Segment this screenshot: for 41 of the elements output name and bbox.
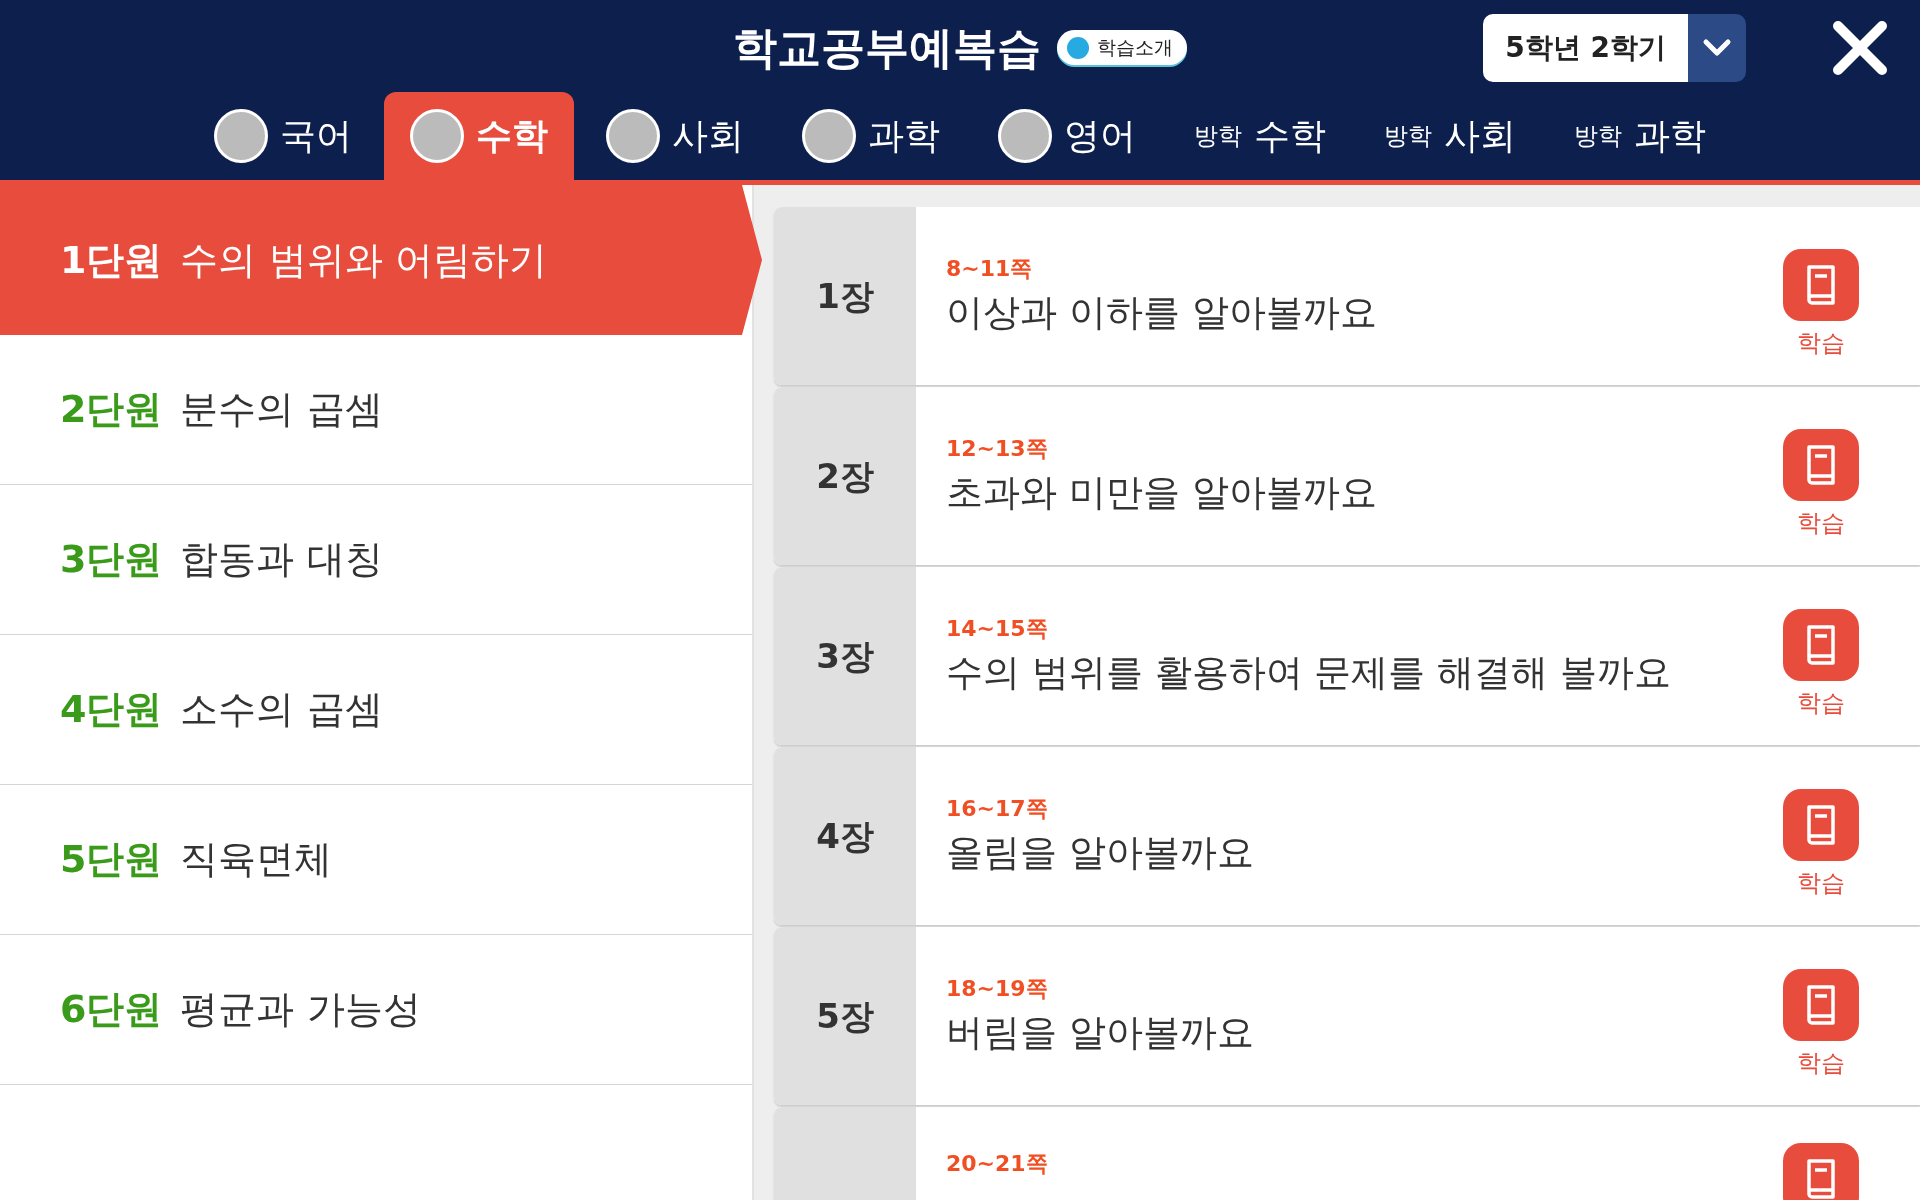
term-select[interactable]: 5학년 2학기 (1483, 13, 1688, 82)
subject-tab[interactable]: 방학 사회 (1358, 92, 1542, 180)
lesson-title: 버림을 알아볼까요 (946, 1009, 1254, 1056)
unit-item[interactable]: 1단원 수의 범위와 어림하기 (0, 185, 762, 335)
lesson-title: 초과와 미만을 알아볼까요 (946, 469, 1377, 516)
page-range: 12~13쪽 (946, 434, 1049, 463)
study-button[interactable]: 학습 (1777, 770, 1865, 902)
avatar-icon (214, 109, 268, 163)
chapter-label: 5장 (774, 927, 916, 1105)
page-range: 16~17쪽 (946, 794, 1049, 823)
page-range: 8~11쪽 (946, 254, 1034, 283)
subject-tab[interactable]: 방학 수학 (1168, 92, 1352, 180)
page-range: 14~15쪽 (946, 614, 1049, 643)
chapter-label: 3장 (774, 567, 916, 745)
subject-tab[interactable]: 방학 과학 (1548, 92, 1732, 180)
lesson-title: 수의 범위를 활용하여 문제를 해결해 볼까요 (946, 649, 1671, 696)
page-range: 18~19쪽 (946, 974, 1049, 1003)
status-dot (1067, 36, 1089, 59)
lesson-title: 이상과 이하를 알아볼까요 (946, 289, 1377, 336)
study-button[interactable]: 학습 (1777, 950, 1865, 1082)
subject-tab[interactable]: 과학 (776, 92, 966, 180)
lesson-title: 올림을 알아볼까요 (946, 829, 1254, 876)
subject-tab[interactable]: 수학 (384, 92, 574, 180)
study-button[interactable]: 학습 (1777, 230, 1865, 362)
chapter-label: 4장 (774, 747, 916, 925)
chapter-label: 1장 (774, 207, 916, 385)
intro-button[interactable]: 학습소개 (1057, 30, 1187, 65)
avatar-icon (606, 109, 660, 163)
avatar-icon (802, 109, 856, 163)
avatar-icon (410, 109, 464, 163)
app-title: 학교공부예복습 (733, 20, 1041, 75)
subject-tab[interactable]: 사회 (580, 92, 770, 180)
study-button[interactable]: 학습 (1777, 590, 1865, 722)
subject-tab[interactable]: 영어 (972, 92, 1162, 180)
chevron-down-icon (1702, 37, 1732, 58)
subject-tab[interactable]: 국어 (188, 92, 378, 180)
study-button[interactable]: 학습 (1777, 410, 1865, 542)
page-range: 20~21쪽 (946, 1150, 1048, 1178)
dropdown-button[interactable] (1688, 13, 1746, 82)
avatar-icon (998, 109, 1052, 163)
chapter-label: 2장 (774, 387, 916, 565)
